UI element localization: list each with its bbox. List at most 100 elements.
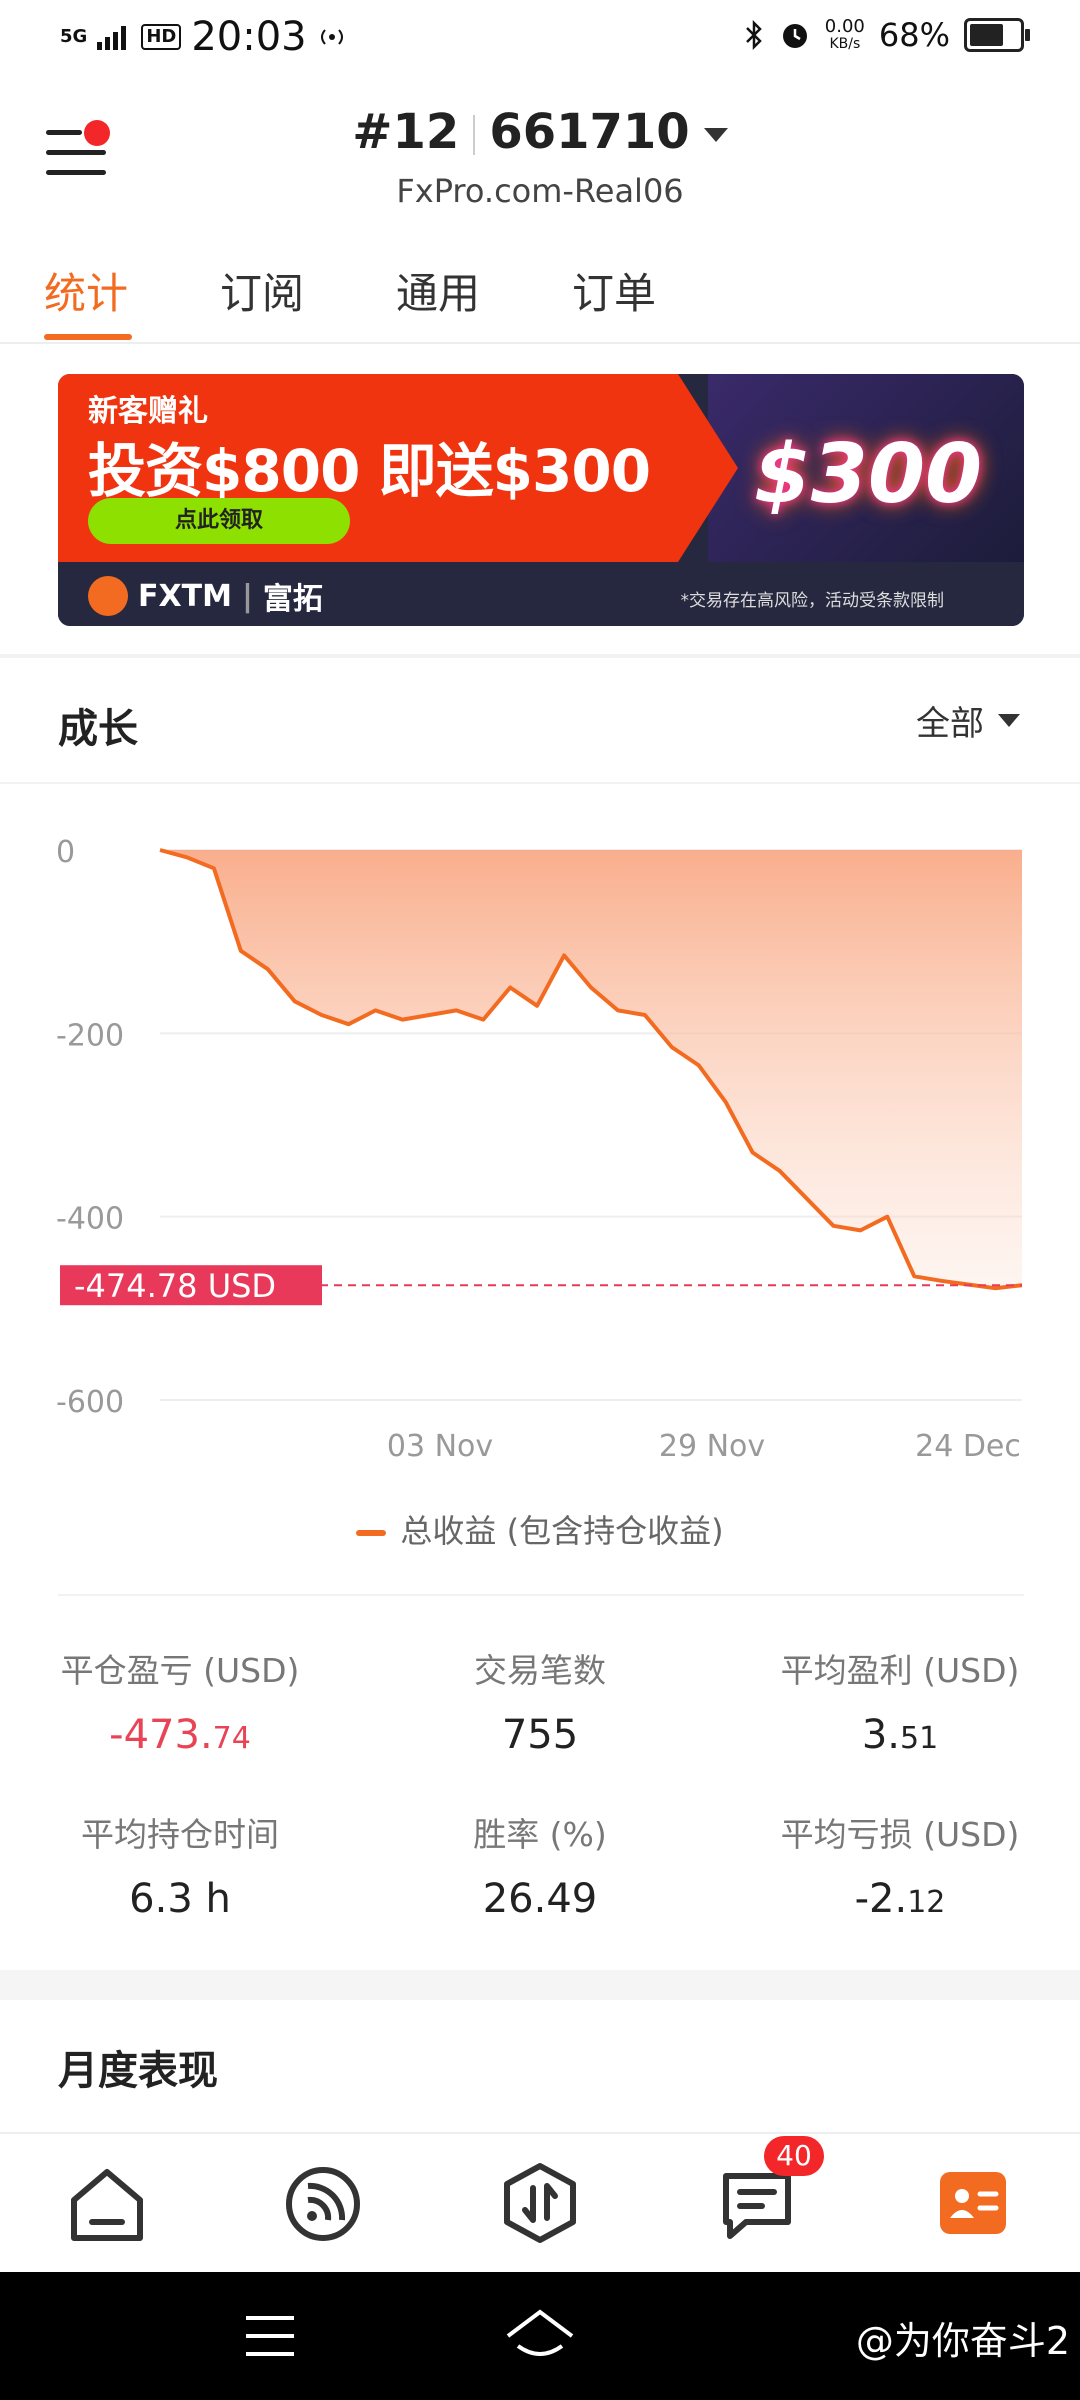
chevron-down-icon	[998, 714, 1020, 727]
nav-feed[interactable]	[278, 2158, 368, 2248]
stat-value: 755	[360, 1712, 720, 1758]
tab-orders[interactable]: 订单	[572, 260, 656, 321]
network-indicator: 5G	[60, 26, 88, 47]
chevron-down-icon	[703, 128, 728, 142]
stat-label: 平均持仓时间	[81, 1815, 279, 1854]
account-prefix: #12	[352, 104, 460, 160]
recent-apps-icon[interactable]	[242, 2312, 298, 2360]
growth-chart[interactable]: -474.78 USD 0 -200 -400 -600 03 Nov 29 Nov 24…	[0, 800, 1080, 1480]
section-divider	[58, 1594, 1024, 1596]
stat-value-dec: 51	[899, 1721, 939, 1756]
section-gap	[0, 1970, 1080, 2000]
y-tick-label: -600	[56, 1385, 124, 1420]
status-right: 0.00 KB/s 68%	[743, 16, 1030, 54]
profile-icon	[940, 2172, 1006, 2234]
status-bar: 5G HD 20:03 0.00 KB/s 68%	[0, 0, 1080, 80]
banner-promo-amount: $300	[753, 426, 983, 522]
tab-general[interactable]: 通用	[396, 260, 480, 321]
nav-trade[interactable]	[495, 2158, 585, 2248]
feed-icon	[286, 2167, 360, 2241]
nav-home[interactable]	[62, 2158, 152, 2248]
stat-value: 3.51	[720, 1712, 1080, 1758]
monthly-title: 月度表现	[58, 2048, 218, 2094]
y-tick-label: 0	[56, 835, 75, 870]
battery-icon	[964, 18, 1030, 52]
stat-value-int: 3.	[861, 1712, 900, 1758]
net-speed-value: 0.00	[824, 16, 865, 37]
stat-label: 交易笔数	[474, 1651, 606, 1690]
signal-icon	[97, 26, 127, 50]
account-separator	[473, 115, 476, 155]
brand-divider: |	[241, 578, 253, 614]
banner-risk-note: *交易存在高风险，活动受条款限制	[680, 591, 945, 611]
hd-badge: HD	[141, 24, 182, 50]
y-tick-label: -400	[56, 1202, 124, 1237]
brand-name-cn: 富拓	[262, 582, 323, 617]
chart-legend: 总收益 (包含持仓收益)	[0, 1506, 1080, 1552]
tab-statistics[interactable]: 统计	[44, 260, 128, 321]
period-filter[interactable]: 全部	[916, 696, 1020, 745]
section-divider	[0, 654, 1080, 658]
home-icon	[71, 2169, 143, 2241]
stat-value-int: 26.49	[482, 1876, 598, 1922]
tab-active-indicator	[44, 334, 132, 340]
net-speed-unit: KB/s	[829, 36, 861, 52]
current-value-label: -474.78 USD	[74, 1267, 276, 1305]
y-tick-label: -200	[56, 1018, 124, 1053]
legend-label: 总收益 (包含持仓收益)	[400, 1512, 724, 1550]
stat-value-dec: 74	[212, 1721, 251, 1756]
hotspot-icon	[320, 29, 343, 45]
x-tick-label: 29 Nov	[659, 1429, 765, 1464]
status-left: 5G HD 20:03	[60, 14, 347, 60]
stat-value: 26.49	[360, 1876, 720, 1922]
banner-logo: FXTM | 富拓	[88, 574, 323, 618]
status-time: 20:03	[191, 14, 307, 60]
alarm-icon	[782, 24, 807, 48]
series-area	[160, 850, 1022, 1289]
stat-value: 6.3 h	[0, 1876, 360, 1922]
system-home-icon[interactable]	[504, 2306, 576, 2366]
stat-value: -2.12	[720, 1876, 1080, 1922]
trade-icon	[504, 2163, 576, 2243]
nav-profile[interactable]	[928, 2158, 1018, 2248]
tab-bar: 统计 订阅 通用 订单	[0, 250, 1080, 344]
account-server: FxPro.com-Real06	[396, 172, 684, 210]
growth-title: 成长	[58, 706, 138, 752]
banner-arrow	[678, 374, 738, 562]
stat-avg-profit: 平均盈利 (USD) 3.51	[720, 1644, 1080, 1758]
x-tick-label: 03 Nov	[387, 1429, 493, 1464]
stat-win-rate: 胜率 (%) 26.49	[360, 1808, 720, 1922]
stat-value-int: 6.3 h	[129, 1876, 231, 1922]
stat-avg-hold-time: 平均持仓时间 6.3 h	[0, 1808, 360, 1922]
net-speed: 0.00 KB/s	[824, 16, 865, 53]
stat-value-dec: 12	[907, 1885, 946, 1920]
brand-name: FXTM	[138, 578, 232, 614]
legend-swatch	[356, 1530, 387, 1536]
watermark-text: @为你奋斗2	[855, 2319, 1070, 2363]
stat-value-int: -2.	[854, 1876, 908, 1922]
stat-value-int: 755	[501, 1712, 579, 1758]
message-badge: 40	[764, 2136, 824, 2176]
stat-label: 胜率 (%)	[473, 1815, 607, 1854]
stat-avg-loss: 平均亏损 (USD) -2.12	[720, 1808, 1080, 1922]
stat-label: 平仓盈亏 (USD)	[60, 1651, 300, 1690]
stat-closed-pnl: 平仓盈亏 (USD) -473.74	[0, 1644, 360, 1758]
stat-value: -473.74	[0, 1712, 360, 1758]
period-filter-label: 全部	[916, 704, 984, 744]
account-number: 661710	[489, 104, 690, 160]
section-divider	[0, 782, 1080, 784]
tab-subscribe[interactable]: 订阅	[220, 260, 304, 321]
fxtm-logo-icon	[88, 576, 128, 616]
stat-value-int: -473.	[109, 1712, 213, 1758]
bluetooth-icon	[745, 19, 762, 51]
banner-cta-button[interactable]: 点此领取	[88, 498, 350, 544]
bottom-nav: 40	[0, 2132, 1080, 2274]
nav-messages[interactable]: 40	[712, 2136, 824, 2248]
stat-trade-count: 交易笔数 755	[360, 1644, 720, 1758]
system-nav-bar: @为你奋斗2	[0, 2272, 1080, 2400]
account-selector[interactable]: #12 661710	[0, 104, 1080, 160]
battery-percent: 68%	[878, 16, 950, 54]
banner-line2: 投资$800 即送$300	[88, 437, 651, 505]
x-tick-label: 24 Dec	[915, 1429, 1021, 1464]
promo-banner[interactable]: 新客赠礼 投资$800 即送$300 点此领取 $300 FXTM | 富拓 *…	[58, 374, 1024, 626]
